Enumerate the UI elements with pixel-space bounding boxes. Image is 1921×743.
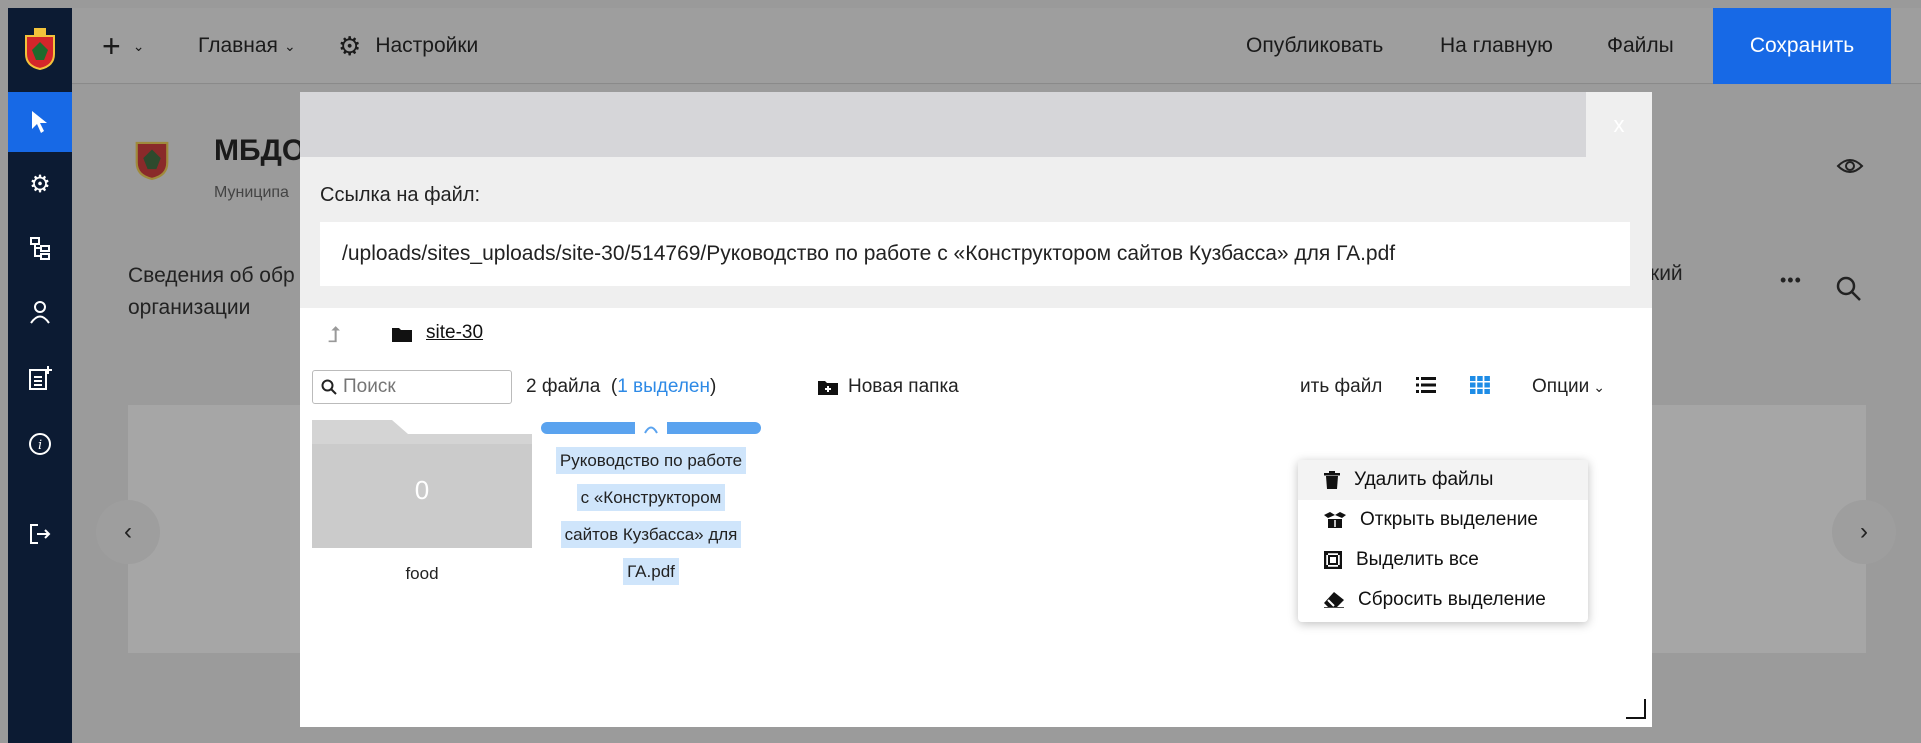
plus-icon: + xyxy=(102,27,121,64)
emblem-logo xyxy=(25,28,55,70)
add-folder-icon xyxy=(818,381,838,395)
sidebar-item-logout[interactable] xyxy=(8,504,72,564)
tree-icon xyxy=(30,237,50,260)
list-view-button[interactable] xyxy=(1416,376,1436,394)
menu-item-label: Сбросить выделение xyxy=(1358,589,1546,610)
new-folder-button[interactable]: Новая папка xyxy=(818,376,959,398)
site-nav-line-1: Сведения об обр xyxy=(128,264,295,287)
search-box[interactable] xyxy=(312,370,512,404)
add-document-icon xyxy=(29,366,52,390)
resize-handle[interactable] xyxy=(1626,699,1646,719)
to-home-button[interactable]: На главную xyxy=(1440,8,1553,84)
folder-icon xyxy=(392,328,412,342)
pdf-preview-bar[interactable] xyxy=(541,420,761,436)
home-menu-label: Главная xyxy=(198,34,278,57)
file-count: 2 файла (1 выделен) xyxy=(526,376,716,398)
slider-next-button[interactable]: › xyxy=(1832,500,1896,564)
file-manager-modal: x Ссылка на файл: ⮥ site-30 2 файла (1 в… xyxy=(300,92,1652,727)
save-button[interactable]: Сохранить xyxy=(1713,8,1891,84)
site-nav-line-2: организации xyxy=(128,296,251,319)
menu-item-delete-files[interactable]: Удалить файлы xyxy=(1298,460,1588,500)
modal-close-button[interactable]: x xyxy=(1586,92,1652,157)
list-view-icon xyxy=(1416,377,1436,393)
more-menu-icon[interactable]: ••• xyxy=(1780,270,1802,291)
eraser-icon xyxy=(1324,592,1344,608)
modal-title-bar xyxy=(300,92,1586,157)
pdf-name-line-3: сайтов Кузбасса» для xyxy=(560,521,742,548)
home-menu-button[interactable]: Главная ⌄ xyxy=(198,8,296,84)
search-icon xyxy=(321,379,337,395)
open-box-icon xyxy=(1324,512,1346,528)
sidebar-item-info[interactable]: i xyxy=(8,414,72,474)
add-menu-button[interactable]: + ⌄ xyxy=(102,8,144,84)
info-icon: i xyxy=(29,433,51,455)
chevron-down-icon: ⌄ xyxy=(132,37,145,54)
options-label: Опции xyxy=(1532,376,1590,397)
cursor-icon xyxy=(32,111,47,133)
site-emblem xyxy=(135,141,169,180)
site-nav-item[interactable]: Сведения об обр организации xyxy=(128,260,295,324)
gear-icon: ⚙ xyxy=(29,170,51,198)
file-link-label: Ссылка на файл: xyxy=(320,184,481,206)
context-menu: Удалить файлы Открыть выделение Выделить… xyxy=(1298,460,1588,622)
logout-icon xyxy=(30,524,51,544)
sidebar-item-cursor[interactable] xyxy=(8,92,72,152)
pdf-name-line-2: с «Конструктором xyxy=(576,484,726,511)
sidebar-item-add-page[interactable] xyxy=(8,348,72,408)
pdf-name-line-1: Руководство по работе xyxy=(555,447,747,474)
upload-file-button[interactable]: ить файл xyxy=(1300,376,1382,398)
svg-text:i: i xyxy=(38,438,42,453)
publish-button[interactable]: Опубликовать xyxy=(1246,8,1383,84)
options-menu-button[interactable]: Опции ⌄ xyxy=(1532,376,1605,398)
menu-item-select-all[interactable]: Выделить все xyxy=(1298,540,1588,580)
slider-prev-button[interactable]: ‹ xyxy=(96,500,160,564)
folder-count-badge: 0 xyxy=(414,475,430,505)
menu-item-label: Удалить файлы xyxy=(1354,469,1494,490)
pdf-file-name[interactable]: Руководство по работе с «Конструктором с… xyxy=(541,442,761,590)
selected-count-link[interactable]: 1 выделен xyxy=(617,376,710,397)
modal-header: x Ссылка на файл: xyxy=(300,92,1652,308)
user-icon xyxy=(30,301,50,324)
file-link-input[interactable] xyxy=(320,222,1630,286)
new-folder-label: Новая папка xyxy=(848,376,959,397)
chevron-right-icon: › xyxy=(1860,518,1868,545)
search-input[interactable] xyxy=(343,376,503,398)
select-all-icon xyxy=(1324,551,1342,569)
site-title: МБДО xyxy=(214,134,306,167)
grid-view-button[interactable] xyxy=(1470,376,1490,394)
pdf-name-line-4: ГА.pdf xyxy=(623,558,679,585)
site-subtitle: Муниципа xyxy=(214,184,289,201)
sidebar-item-structure[interactable] xyxy=(8,218,72,278)
chevron-down-icon: ⌄ xyxy=(283,37,296,54)
eye-icon[interactable] xyxy=(1836,156,1864,176)
sidebar-item-settings[interactable]: ⚙ xyxy=(8,154,72,214)
file-toolbar: 2 файла (1 выделен) Новая папка ить файл… xyxy=(300,364,1652,408)
folder-name: food xyxy=(405,564,439,583)
chevron-left-icon: ‹ xyxy=(124,518,132,545)
trash-icon xyxy=(1324,471,1340,489)
gear-icon: ⚙ xyxy=(338,30,362,61)
menu-item-open-selection[interactable]: Открыть выделение xyxy=(1298,500,1588,540)
grid-view-icon xyxy=(1470,376,1490,394)
settings-menu-button[interactable]: ⚙ Настройки xyxy=(338,8,478,84)
settings-menu-label: Настройки xyxy=(375,34,479,57)
top-toolbar: + ⌄ Главная ⌄ ⚙ Настройки Опубликовать Н… xyxy=(72,8,1921,84)
breadcrumb: ⮥ site-30 xyxy=(300,308,1652,364)
upload-file-label: ить файл xyxy=(1300,376,1383,397)
left-sidebar: ⚙ i xyxy=(8,8,72,743)
site-nav-item-right[interactable]: кий xyxy=(1650,262,1683,286)
menu-item-reset-selection[interactable]: Сбросить выделение xyxy=(1298,580,1588,620)
up-arrow-icon[interactable]: ⮥ xyxy=(328,322,341,348)
chevron-down-icon: ⌄ xyxy=(1593,378,1605,395)
sidebar-item-user[interactable] xyxy=(8,282,72,342)
breadcrumb-folder-link[interactable]: site-30 xyxy=(426,322,483,344)
files-button[interactable]: Файлы xyxy=(1607,8,1674,84)
menu-item-label: Открыть выделение xyxy=(1360,509,1538,530)
search-icon[interactable] xyxy=(1836,276,1862,302)
file-count-suffix: ) xyxy=(709,376,717,397)
menu-item-label: Выделить все xyxy=(1356,549,1479,570)
file-count-prefix: 2 файла ( xyxy=(526,376,618,397)
